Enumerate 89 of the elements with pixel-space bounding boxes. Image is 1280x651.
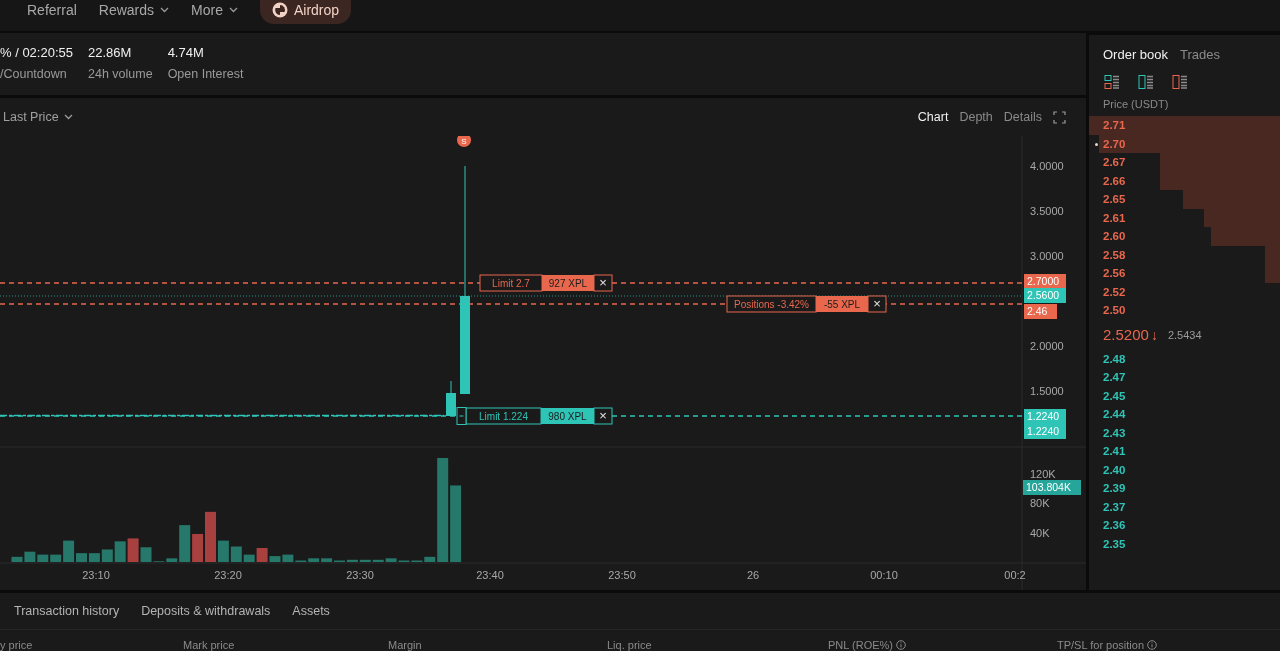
tab[interactable]: Transaction history — [14, 604, 120, 618]
bid-price[interactable]: 2.39 — [1103, 482, 1126, 495]
view-tab[interactable]: Details — [1003, 110, 1042, 124]
bid-price[interactable]: 2.45 — [1103, 389, 1126, 402]
mark-price: 2.5434 — [1167, 328, 1202, 341]
stat-value: 4.74M — [167, 45, 205, 62]
volume-axis-label: 80K — [1030, 497, 1050, 509]
tab[interactable]: Assets — [292, 604, 330, 618]
quantity-tag: -55 XPL — [816, 296, 868, 312]
bid-price[interactable]: 2.36 — [1103, 519, 1126, 532]
bid-price[interactable]: 2.48 — [1103, 352, 1126, 365]
price-axis-label: 2.0000 — [1030, 340, 1064, 352]
time-axis-label: 00:2 — [1004, 569, 1026, 581]
order-label: Positions -3.42% — [726, 295, 817, 313]
time-axis-label: 23:20 — [214, 569, 242, 581]
price-tag: 1.2240 — [1024, 409, 1066, 424]
layout-icon[interactable] — [1104, 74, 1120, 90]
bid-price[interactable]: 2.40 — [1103, 463, 1126, 476]
coin-icon — [271, 2, 288, 18]
bid-price[interactable]: 2.44 — [1103, 408, 1126, 421]
price-axis-label: 4.0000 — [1030, 160, 1064, 172]
column-header: Mark price — [183, 639, 235, 651]
nav-link[interactable]: More — [191, 2, 223, 18]
bid-price[interactable]: 2.47 — [1103, 371, 1126, 384]
stat-label: 24h volume — [88, 67, 153, 81]
chevron-down-icon — [63, 114, 73, 120]
stat-value: % / 02:20:55 — [0, 45, 73, 62]
price-tag: 1.2240 — [1024, 424, 1066, 439]
stat-label: /Countdown — [0, 67, 68, 81]
time-axis-label: 00:10 — [870, 569, 898, 581]
ask-price[interactable]: 2.67 — [1103, 156, 1126, 169]
price-tag: 2.5600 — [1024, 288, 1066, 303]
ask-price[interactable]: 2.60 — [1103, 230, 1126, 243]
last-price: 2.5200 — [1103, 326, 1149, 343]
column-header: Margin — [388, 639, 422, 651]
bid-price[interactable]: 2.43 — [1103, 426, 1126, 439]
close-button[interactable]: × — [593, 274, 613, 292]
ask-price[interactable]: 2.50 — [1103, 304, 1126, 317]
quantity-tag: 927 XPL — [542, 275, 594, 291]
bid-price[interactable]: 2.41 — [1103, 445, 1126, 458]
column-header: Liq. price — [607, 639, 652, 651]
price-type-dropdown[interactable]: Last Price — [3, 110, 73, 124]
column-header: y price — [0, 639, 33, 651]
ask-price[interactable]: 2.58 — [1103, 248, 1126, 261]
view-tab[interactable]: Chart — [917, 110, 949, 124]
ask-price[interactable]: 2.61 — [1103, 211, 1126, 224]
price-axis-label: 1.5000 — [1030, 385, 1064, 397]
nav-link[interactable]: Referral — [27, 2, 77, 18]
ask-price[interactable]: 2.56 — [1103, 267, 1126, 280]
stat-label: Open Interest — [167, 67, 244, 81]
time-axis-label: 26 — [746, 569, 760, 581]
price-tag: 2.46 — [1024, 304, 1057, 319]
depth-bar — [1264, 264, 1280, 283]
close-button[interactable]: × — [867, 295, 887, 313]
time-axis-label: 23:40 — [476, 569, 504, 581]
column-header: Price (USDT) — [1102, 97, 1170, 112]
time-axis-label: 23:10 — [82, 569, 110, 581]
column-header: PNL (ROE%) — [828, 639, 893, 651]
close-button[interactable]: × — [593, 407, 613, 425]
price-axis-label: 3.5000 — [1030, 205, 1064, 217]
order-book-tab[interactable]: Trades — [1180, 47, 1221, 63]
tab[interactable]: Deposits & withdrawals — [141, 604, 271, 618]
ask-price[interactable]: 2.70 — [1103, 137, 1126, 150]
volume-tag: 103.804K — [1023, 480, 1081, 495]
bid-price[interactable]: 2.37 — [1103, 500, 1126, 513]
ask-price[interactable]: 2.66 — [1103, 174, 1126, 187]
view-tab[interactable]: Depth — [959, 110, 993, 124]
drag-handle[interactable] — [456, 407, 467, 425]
order-label: Limit 2.7 — [479, 274, 543, 292]
layout-icon[interactable] — [1172, 74, 1188, 90]
quantity-tag: 980 XPL — [541, 408, 594, 424]
ask-price[interactable]: 2.65 — [1103, 193, 1126, 206]
ask-price[interactable]: 2.52 — [1103, 285, 1126, 298]
down-arrow-icon: ↓ — [1150, 326, 1158, 343]
ask-price[interactable]: 2.71 — [1103, 119, 1126, 132]
layout-icon[interactable] — [1138, 74, 1154, 90]
order-book-tab[interactable]: Order book — [1103, 47, 1169, 63]
airdrop-button[interactable]: Airdrop — [259, 0, 352, 24]
volume-axis-label: 40K — [1030, 526, 1050, 539]
volume-axis-label: 120K — [1030, 467, 1056, 480]
time-axis-label: 23:30 — [346, 569, 374, 581]
nav-link[interactable]: Rewards — [98, 2, 155, 18]
order-label: Limit 1.224 — [465, 407, 542, 425]
time-axis-label: 23:50 — [608, 569, 636, 581]
fullscreen-icon[interactable] — [1053, 110, 1066, 124]
bid-price[interactable]: 2.35 — [1103, 537, 1126, 550]
price-axis-label: 3.0000 — [1030, 250, 1064, 262]
stat-value: 22.86M — [88, 45, 133, 62]
column-header: TP/SL for position — [1057, 639, 1145, 651]
